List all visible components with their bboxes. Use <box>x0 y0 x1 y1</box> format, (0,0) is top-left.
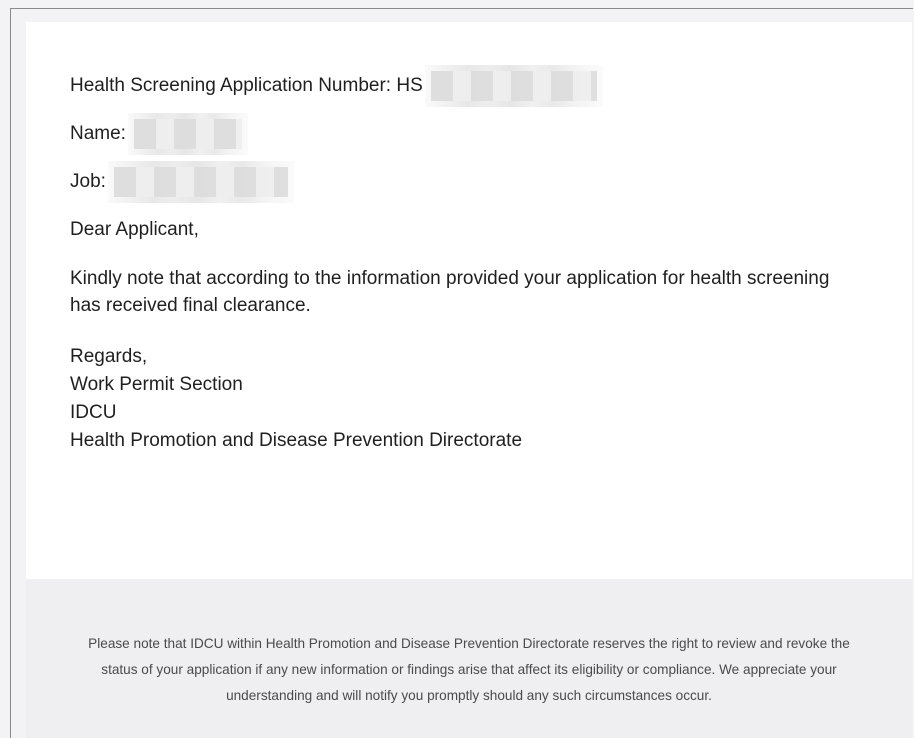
email-viewer-frame: Health Screening Application Number: HS … <box>10 8 913 738</box>
email-message-card: Health Screening Application Number: HS … <box>26 22 912 579</box>
signature-section: Work Permit Section <box>70 374 243 395</box>
redacted-name <box>127 113 248 155</box>
signature-closing: Regards, <box>70 346 148 367</box>
clearance-message: Kindly note that according to the inform… <box>70 268 830 316</box>
name-row: Name: <box>70 113 868 155</box>
job-row: Job: <box>70 161 868 203</box>
redacted-job <box>107 161 294 203</box>
signature-unit: IDCU <box>70 402 117 423</box>
signature-block: Regards, Work Permit Section IDCU Health… <box>70 343 868 455</box>
footer-notice-text: Please note that IDCU within Health Prom… <box>88 636 850 703</box>
application-number-row: Health Screening Application Number: HS <box>70 65 868 107</box>
job-label: Job: <box>70 171 106 192</box>
name-label: Name: <box>70 123 126 144</box>
redacted-application-number <box>424 65 603 107</box>
application-number-label: Health Screening Application Number: HS <box>70 75 423 96</box>
signature-directorate: Health Promotion and Disease Prevention … <box>70 430 523 451</box>
footer-notice: Please note that IDCU within Health Prom… <box>26 579 912 738</box>
greeting-text: Dear Applicant, <box>70 219 199 240</box>
